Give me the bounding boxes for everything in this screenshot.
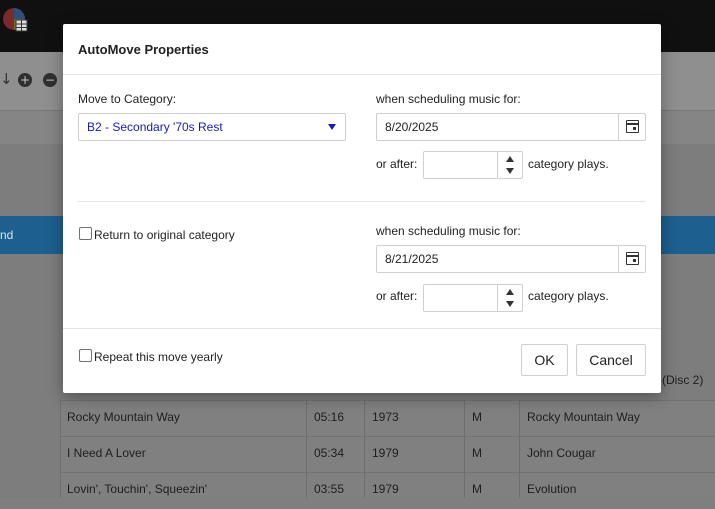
repeat-label[interactable]: Repeat this move yearly bbox=[94, 350, 223, 364]
schedule1-or-after-label: or after: bbox=[376, 157, 418, 171]
cell-year: 1979 bbox=[372, 482, 399, 496]
decrement-icon[interactable] bbox=[506, 168, 514, 174]
title-divider bbox=[63, 74, 661, 75]
schedule1-calendar-button[interactable] bbox=[618, 114, 645, 140]
cell-artist: John Cougar bbox=[527, 446, 596, 460]
cell-artist: Rocky Mountain Way bbox=[527, 410, 640, 424]
cancel-button[interactable]: Cancel bbox=[576, 344, 646, 376]
grid-divider bbox=[519, 400, 520, 498]
app-logo-icon[interactable] bbox=[2, 7, 28, 33]
calendar-icon bbox=[626, 252, 639, 265]
cell-title: Rocky Mountain Way bbox=[67, 410, 180, 424]
schedule1-plays-stepper[interactable] bbox=[423, 151, 523, 179]
selected-row-text: nd bbox=[0, 228, 14, 242]
cell-length: 03:55 bbox=[314, 482, 345, 496]
return-checkbox[interactable] bbox=[79, 227, 92, 240]
remove-icon[interactable]: − bbox=[43, 73, 57, 87]
cell-type: M bbox=[472, 482, 482, 496]
add-icon[interactable]: + bbox=[18, 73, 32, 87]
category-select-value: B2 - Secondary '70s Rest bbox=[87, 120, 223, 134]
cell-title: Lovin', Touchin', Squeezin' bbox=[67, 482, 208, 496]
cell-year: 1973 bbox=[372, 410, 399, 424]
move-to-label: Move to Category: bbox=[78, 92, 177, 106]
arrow-down-icon[interactable]: ↓ bbox=[0, 70, 13, 88]
schedule1-date-field[interactable]: 8/20/2025 bbox=[376, 113, 646, 141]
partial-cell-text: (Disc 2) bbox=[662, 373, 704, 387]
schedule1-stepper-buttons[interactable] bbox=[497, 152, 522, 178]
schedule1-date-value: 8/20/2025 bbox=[385, 120, 439, 134]
cell-type: M bbox=[472, 446, 482, 460]
schedule2-plays-stepper[interactable] bbox=[423, 284, 523, 312]
cell-length: 05:16 bbox=[314, 410, 345, 424]
dialog-title: AutoMove Properties bbox=[78, 42, 209, 57]
schedule2-date-field[interactable]: 8/21/2025 bbox=[376, 245, 646, 273]
increment-icon[interactable] bbox=[506, 289, 514, 295]
cell-year: 1979 bbox=[372, 446, 399, 460]
schedule2-label: when scheduling music for: bbox=[376, 224, 521, 238]
ok-button[interactable]: OK bbox=[521, 344, 568, 376]
cell-length: 05:34 bbox=[314, 446, 345, 460]
schedule2-calendar-button[interactable] bbox=[618, 246, 645, 272]
calendar-icon bbox=[626, 120, 639, 133]
repeat-checkbox[interactable] bbox=[79, 349, 92, 362]
cell-artist: Evolution bbox=[527, 482, 577, 496]
increment-icon[interactable] bbox=[506, 156, 514, 162]
table-row[interactable]: I Need A Lover 05:34 1979 M John Cougar bbox=[61, 436, 715, 473]
table-row[interactable]: Rocky Mountain Way 05:16 1973 M Rocky Mo… bbox=[61, 400, 715, 437]
decrement-icon[interactable] bbox=[506, 301, 514, 307]
footer-divider bbox=[63, 328, 661, 329]
song-grid: Rocky Mountain Way 05:16 1973 M Rocky Mo… bbox=[60, 400, 715, 498]
schedule2-stepper-buttons[interactable] bbox=[497, 285, 522, 311]
schedule2-or-after-label: or after: bbox=[376, 289, 418, 303]
automove-dialog: AutoMove Properties Move to Category: B2… bbox=[63, 24, 661, 393]
caret-down-icon bbox=[328, 124, 336, 130]
cell-title: I Need A Lover bbox=[67, 446, 146, 460]
table-row[interactable]: Lovin', Touchin', Squeezin' 03:55 1979 M… bbox=[61, 472, 715, 509]
grid-divider bbox=[464, 400, 465, 498]
schedule1-category-plays-label: category plays. bbox=[528, 157, 609, 171]
section-divider bbox=[78, 201, 646, 202]
cell-type: M bbox=[472, 410, 482, 424]
grid-divider bbox=[306, 400, 307, 498]
grid-divider bbox=[364, 400, 365, 498]
category-select[interactable]: B2 - Secondary '70s Rest bbox=[78, 113, 346, 141]
schedule2-category-plays-label: category plays. bbox=[528, 289, 609, 303]
schedule1-label: when scheduling music for: bbox=[376, 92, 521, 106]
schedule2-date-value: 8/21/2025 bbox=[385, 252, 439, 266]
return-label[interactable]: Return to original category bbox=[94, 228, 235, 242]
